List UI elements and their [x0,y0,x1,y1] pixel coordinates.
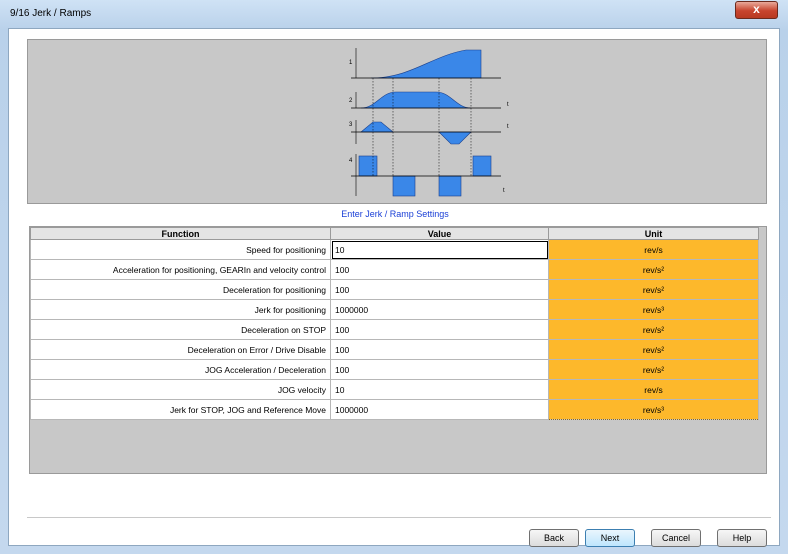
value-cell[interactable]: 100 [330,319,549,340]
function-cell: Jerk for positioning [30,299,331,320]
function-cell: Deceleration for positioning [30,279,331,300]
dialog-content: 1 2 t 3 t 4 t Enter Jerk / Ramp Settings… [8,28,780,547]
function-cell: JOG Acceleration / Deceleration [30,359,331,380]
unit-cell: rev/s² [548,359,759,380]
settings-caption: Enter Jerk / Ramp Settings [341,209,449,219]
row-label-3: 3 [349,122,353,128]
t-label-4: t [503,188,505,194]
table-row: Jerk for STOP, JOG and Reference Move 10… [30,399,759,420]
jerk-ramp-diagram-panel: 1 2 t 3 t 4 t [27,39,767,204]
row-label-4: 4 [349,158,353,164]
table-row: Deceleration on Error / Drive Disable 10… [30,339,759,360]
table-row: Jerk for positioning 1000000 rev/s³ [30,299,759,320]
value-cell[interactable]: 10 [330,239,549,260]
value-cell[interactable]: 1000000 [330,299,549,320]
value-cell[interactable]: 1000000 [330,399,549,420]
table-row: JOG Acceleration / Deceleration 100 rev/… [30,359,759,380]
function-cell: Jerk for STOP, JOG and Reference Move [30,399,331,420]
t-label-2: t [507,102,509,108]
dialog-window: 9/16 Jerk / Ramps x 1 2 t 3 t 4 t Enter … [0,0,788,554]
value-cell[interactable]: 100 [330,279,549,300]
function-cell: JOG velocity [30,379,331,400]
unit-cell: rev/s [548,379,759,400]
settings-table-container: Function Value Unit Speed for positionin… [29,226,767,474]
row-label-1: 1 [349,60,353,66]
close-icon: x [753,2,760,16]
table-row: JOG velocity 10 rev/s [30,379,759,400]
table-row: Deceleration for positioning 100 rev/s² [30,279,759,300]
unit-cell: rev/s³ [548,299,759,320]
unit-cell: rev/s² [548,339,759,360]
function-column-header[interactable]: Function [30,227,331,240]
table-row: Acceleration for positioning, GEARIn and… [30,259,759,280]
table-header-row: Function Value Unit [30,227,759,240]
value-cell[interactable]: 10 [330,379,549,400]
next-button[interactable]: Next [585,529,635,547]
t-label-3: t [507,124,509,130]
unit-column-header[interactable]: Unit [548,227,759,240]
value-cell[interactable]: 100 [330,339,549,360]
unit-cell: rev/s² [548,279,759,300]
unit-cell: rev/s [548,239,759,260]
function-cell: Deceleration on Error / Drive Disable [30,339,331,360]
row-label-2: 2 [349,98,353,104]
position-curve: 1 [349,48,501,79]
title-bar: 9/16 Jerk / Ramps x [0,0,788,28]
function-cell: Deceleration on STOP [30,319,331,340]
settings-table: Function Value Unit Speed for positionin… [30,227,759,420]
function-cell: Acceleration for positioning, GEARIn and… [30,259,331,280]
window-title: 9/16 Jerk / Ramps [10,8,92,19]
cancel-button[interactable]: Cancel [651,529,701,547]
back-button[interactable]: Back [529,529,579,547]
value-column-header[interactable]: Value [330,227,549,240]
help-button[interactable]: Help [717,529,767,547]
table-row: Deceleration on STOP 100 rev/s² [30,319,759,340]
unit-cell: rev/s³ [548,399,759,420]
table-row: Speed for positioning 10 rev/s [30,239,759,260]
unit-cell: rev/s² [548,319,759,340]
value-cell[interactable]: 100 [330,259,549,280]
jerk-ramp-diagram: 1 2 t 3 t 4 t [349,48,509,197]
close-button[interactable]: x [735,1,778,19]
unit-cell: rev/s² [548,259,759,280]
function-cell: Speed for positioning [30,239,331,260]
divider [27,517,771,518]
value-cell[interactable]: 100 [330,359,549,380]
jerk-curve: 4 t [349,154,505,197]
